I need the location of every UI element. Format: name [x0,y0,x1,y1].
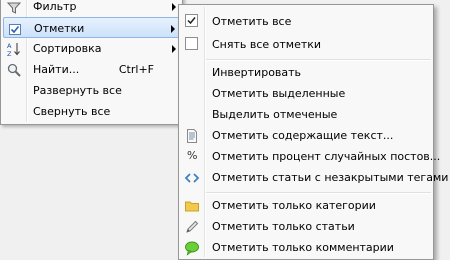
magnifier-icon [7,63,21,77]
menu-item-expand-all[interactable]: Развернуть все [3,80,180,101]
menu-item-marks[interactable]: Отметки [3,17,180,38]
menu-item-label: Найти... [33,63,80,76]
menu-item-label: Отметить все [212,15,292,28]
menu-item-mark-random-percent[interactable]: % Отметить процент случайных постов... [181,146,440,167]
speech-bubble-icon [185,241,199,256]
menu-item-label: Выделить отмеченые [212,108,338,121]
filter-icon [6,2,22,14]
percent-icon: % [187,149,198,162]
menu-item-unmark-all[interactable]: Снять все отметки [181,34,431,55]
svg-text:Z: Z [7,50,12,57]
menu-item-mark-categories-only[interactable]: Отметить только категории [181,195,431,216]
menu-item-mark-selected[interactable]: Отметить выделенные [181,83,431,104]
menu-item-label: Отметить только статьи [212,220,355,233]
menu-item-mark-articles-only[interactable]: Отметить только статьи [181,216,431,237]
menu-item-label: Отметить выделенные [212,87,346,100]
menu-item-label: Снять все отметки [212,38,322,51]
menu-item-collapse-all[interactable]: Свернуть все [3,101,180,122]
menu-item-sort[interactable]: A Z Сортировка [3,38,180,59]
text-document-icon [187,129,197,143]
svg-text:A: A [7,42,12,50]
submenu-arrow-icon [172,45,176,53]
menu-item-label: Развернуть все [33,84,122,97]
sort-az-icon: A Z [7,42,20,57]
shortcut-label: Ctrl+F [118,63,154,76]
menu-item-mark-all[interactable]: Отметить все [181,11,431,32]
unchecked-checkbox-icon [185,37,198,50]
menu-item-label: Отметить процент случайных постов... [212,150,441,163]
menu-item-label: Фильтр [33,0,77,13]
menu-item-label: Свернуть все [33,105,111,118]
menu-item-label: Отметить только комментарии [212,241,394,254]
folder-icon [185,201,199,212]
menu-item-filter[interactable]: Фильтр [3,0,180,17]
menu-separator [206,59,431,61]
menu-item-mark-containing-text[interactable]: Отметить содержащие текст... [181,125,431,146]
submenu-arrow-icon [171,25,175,33]
checkmarks-icon [9,24,21,35]
context-menu: Фильтр Отметки A Z Сортировка Найти... C… [0,0,183,125]
menu-item-select-marked[interactable]: Выделить отмеченые [181,104,431,125]
menu-item-find[interactable]: Найти... Ctrl+F [3,59,180,80]
code-tags-icon [184,173,200,183]
menu-item-label: Отметить только категории [212,199,376,212]
menu-item-label: Отметить статьи с незакрытыми тегами [212,171,449,184]
menu-item-label: Отметить содержащие текст... [212,129,394,142]
pencil-icon [186,220,199,233]
menu-item-mark-comments-only[interactable]: Отметить только комментарии [181,237,431,258]
menu-item-label: Отметки [34,22,85,35]
menu-item-invert[interactable]: Инвертировать [181,62,431,83]
menu-separator [206,192,431,194]
marks-submenu: Отметить все Снять все отметки Инвертиро… [178,4,448,260]
menu-item-mark-unclosed-tags[interactable]: Отметить статьи с незакрытыми тегами [181,167,448,188]
menu-item-label: Инвертировать [212,66,302,79]
menu-item-label: Сортировка [33,42,102,55]
submenu-arrow-icon [172,3,176,11]
checked-checkbox-icon [185,14,198,27]
